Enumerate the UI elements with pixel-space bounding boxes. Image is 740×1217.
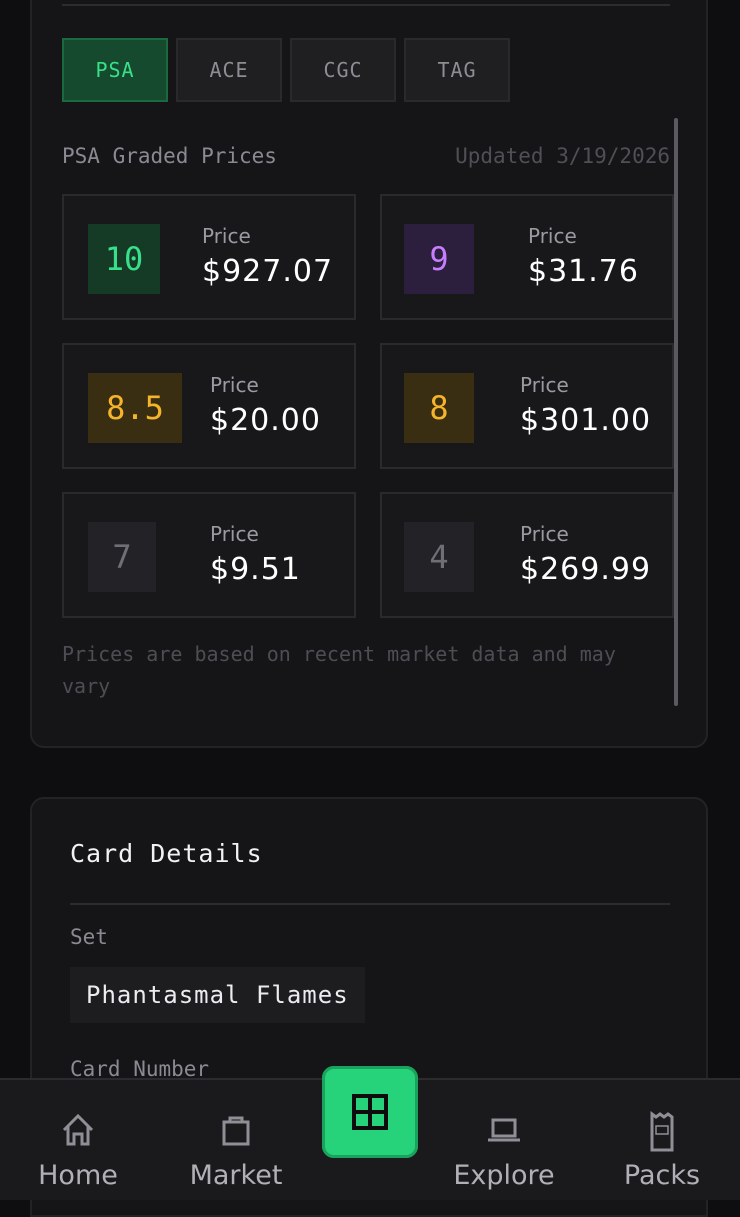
- tab-tag[interactable]: TAG: [404, 38, 510, 102]
- grade-badge: 4: [404, 522, 474, 592]
- nav-home[interactable]: Home: [4, 1080, 152, 1200]
- nav-label-home: Home: [38, 1160, 118, 1191]
- laptop-icon: [488, 1118, 520, 1142]
- grade-price-card-4[interactable]: 4 Price $269.99: [380, 492, 674, 618]
- grade-price-card-10[interactable]: 10 Price $927.07: [62, 194, 356, 320]
- grade-badge: 10: [88, 224, 160, 294]
- grade-badge: 9: [404, 224, 474, 294]
- home-icon: [62, 1113, 94, 1146]
- nav-market[interactable]: Market: [162, 1080, 310, 1200]
- section-title: PSA Graded Prices: [62, 144, 277, 168]
- price-label: Price: [210, 373, 259, 397]
- price-value: $301.00: [520, 403, 652, 438]
- price-disclaimer: Prices are based on recent market data a…: [62, 642, 616, 698]
- grid-icon: [352, 1094, 388, 1130]
- divider: [70, 903, 670, 905]
- graded-prices-panel: PSA ACE CGC TAG PSA Graded Prices Update…: [30, 0, 708, 748]
- tab-ace[interactable]: ACE: [176, 38, 282, 102]
- price-value: $20.00: [210, 403, 321, 438]
- nav-explore[interactable]: Explore: [430, 1080, 578, 1200]
- grade-badge: 8: [404, 373, 474, 443]
- nav-label-packs: Packs: [623, 1160, 701, 1191]
- price-value: $31.76: [528, 254, 639, 289]
- nav-label-market: Market: [189, 1160, 283, 1191]
- tab-psa[interactable]: PSA: [62, 38, 168, 102]
- grade-badge: 7: [88, 522, 156, 592]
- price-label: Price: [210, 522, 259, 546]
- card-details-title: Card Details: [70, 839, 263, 868]
- price-value: $269.99: [520, 552, 652, 587]
- rip-pack-icon: [650, 1111, 674, 1152]
- price-label: Price: [528, 224, 577, 248]
- scrollbar[interactable]: [674, 118, 678, 706]
- set-label: Set: [70, 925, 108, 949]
- tab-cgc[interactable]: CGC: [290, 38, 396, 102]
- nav-packs[interactable]: Packs: [588, 1080, 736, 1200]
- grading-company-tabs: PSA ACE CGC TAG: [62, 38, 510, 102]
- price-value: $927.07: [202, 254, 334, 289]
- grade-price-card-9[interactable]: 9 Price $31.76: [380, 194, 674, 320]
- shopping-bag-icon: [222, 1116, 250, 1146]
- divider: [62, 4, 670, 6]
- grade-price-card-8[interactable]: 8 Price $301.00: [380, 343, 674, 469]
- set-value: Phantasmal Flames: [70, 967, 365, 1023]
- grade-badge: 8.5: [88, 373, 182, 443]
- price-label: Price: [520, 373, 569, 397]
- grade-price-card-7[interactable]: 7 Price $9.51: [62, 492, 356, 618]
- price-label: Price: [520, 522, 569, 546]
- price-value: $9.51: [210, 552, 301, 587]
- nav-label-explore: Explore: [453, 1160, 555, 1191]
- updated-date: Updated 3/19/2026: [455, 144, 670, 168]
- grade-price-card-8-5[interactable]: 8.5 Price $20.00: [62, 343, 356, 469]
- center-action-button[interactable]: [322, 1066, 418, 1158]
- price-label: Price: [202, 224, 251, 248]
